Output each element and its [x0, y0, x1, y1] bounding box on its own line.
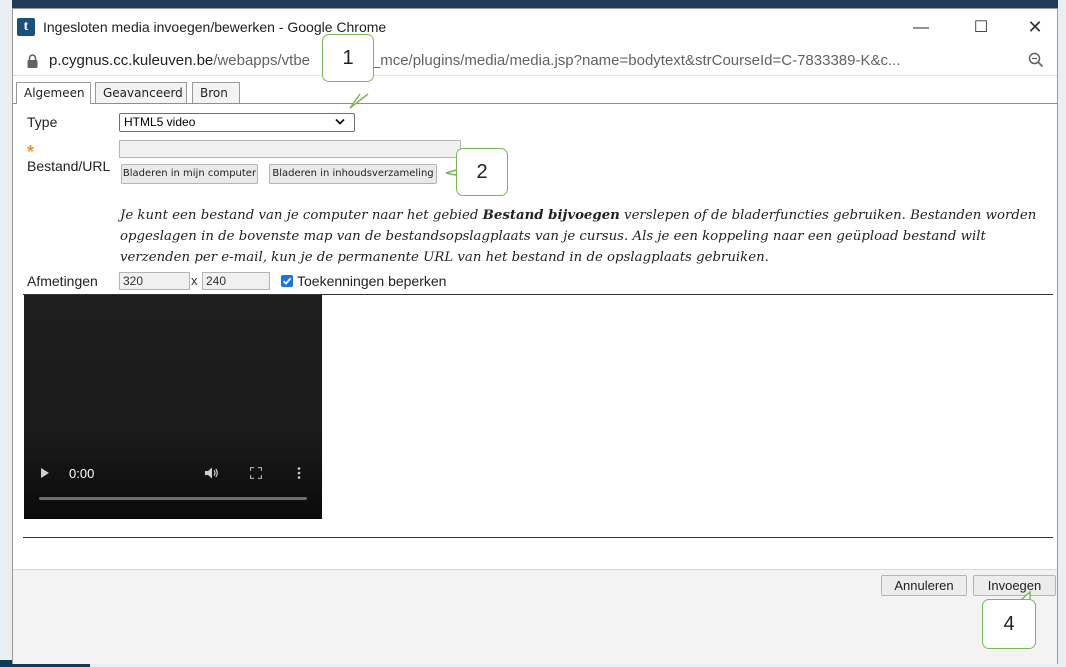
- app-logo-icon: t: [17, 18, 35, 36]
- background-page-left: [0, 0, 12, 667]
- browse-content-collection-button[interactable]: Bladeren in inhoudsverzameling: [269, 164, 437, 184]
- constrain-proportions-label: Toekenningen beperken: [297, 273, 447, 289]
- popup-window: t Ingesloten media invoegen/bewerken - G…: [12, 8, 1058, 664]
- callout-2: 2: [456, 148, 508, 196]
- window-title: Ingesloten media invoegen/bewerken - Goo…: [43, 19, 387, 35]
- video-progress-bar[interactable]: [39, 497, 307, 500]
- tab-geavanceerd[interactable]: Geavanceerd: [95, 82, 187, 103]
- tab-bron[interactable]: Bron: [192, 82, 240, 103]
- chevron-down-icon: [335, 118, 345, 125]
- dimension-separator: x: [191, 273, 198, 288]
- height-input[interactable]: 240: [202, 272, 270, 290]
- type-select[interactable]: HTML5 video: [119, 113, 355, 132]
- minimize-icon[interactable]: —: [899, 9, 943, 46]
- zoom-icon[interactable]: [1028, 52, 1044, 68]
- url-host: p.cygnus.cc.kuleuven.be: [49, 52, 214, 69]
- url-path-end: e/tiny_mce/plugins/media/media.jsp?name=…: [336, 52, 901, 69]
- address-bar[interactable]: p.cygnus.cc.kuleuven.be/webapps/vtbe e/ti…: [13, 46, 1057, 76]
- dimensions-label: Afmetingen: [27, 273, 98, 289]
- fullscreen-icon[interactable]: [250, 467, 262, 479]
- callout-4: 4: [982, 599, 1036, 649]
- help-text-part1: Je kunt een bestand van je computer naar…: [120, 208, 483, 223]
- more-options-icon[interactable]: [297, 467, 301, 479]
- background-page-right: [1058, 0, 1066, 667]
- file-url-label: Bestand/URL: [27, 158, 111, 174]
- browse-computer-button[interactable]: Bladeren in mijn computer: [121, 164, 258, 184]
- type-label: Type: [27, 114, 58, 130]
- play-icon[interactable]: [41, 468, 49, 478]
- callout-1: 1: [322, 34, 374, 82]
- volume-icon[interactable]: [205, 467, 219, 479]
- tab-bar: Algemeen Geavanceerd Bron: [13, 82, 1057, 104]
- insert-button[interactable]: Invoegen: [973, 575, 1056, 596]
- maximize-icon[interactable]: ☐: [959, 9, 1003, 46]
- title-bar[interactable]: t Ingesloten media invoegen/bewerken - G…: [13, 9, 1057, 46]
- constrain-proportions-checkbox[interactable]: [281, 275, 293, 287]
- close-icon[interactable]: ✕: [1013, 9, 1057, 46]
- lock-icon: [27, 54, 38, 68]
- help-text: Je kunt een bestand van je computer naar…: [120, 205, 1040, 268]
- tab-algemeen[interactable]: Algemeen: [16, 82, 91, 104]
- width-input[interactable]: 320: [119, 272, 190, 290]
- url-text[interactable]: p.cygnus.cc.kuleuven.be/webapps/vtbe e/ti…: [49, 52, 901, 69]
- cancel-button[interactable]: Annuleren: [881, 575, 967, 596]
- video-player[interactable]: [24, 295, 322, 519]
- video-time: 0:00: [69, 466, 95, 481]
- file-url-input[interactable]: [119, 140, 461, 158]
- url-path-start: /webapps/vtbe: [213, 52, 311, 69]
- help-text-bold: Bestand bijvoegen: [482, 208, 620, 223]
